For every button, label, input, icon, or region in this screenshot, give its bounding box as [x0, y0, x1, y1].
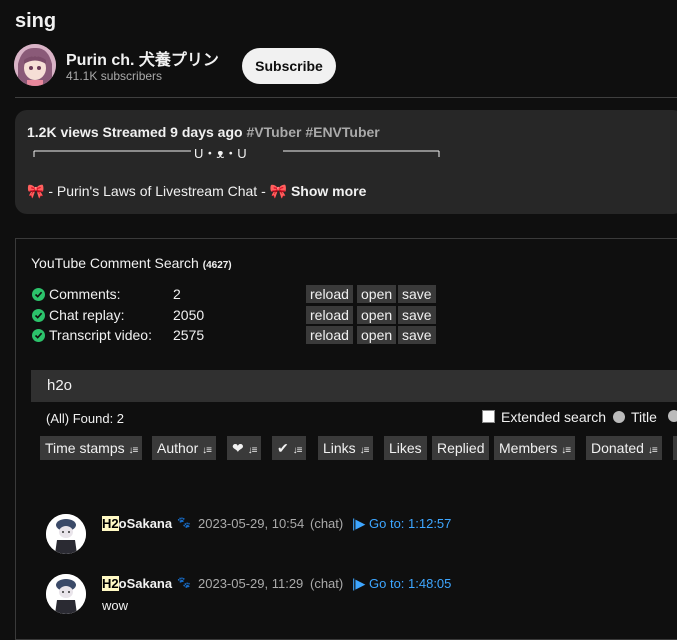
- stat-value: 2: [173, 286, 181, 302]
- filter-time-stamps[interactable]: Time stamps ↓≡: [40, 436, 143, 460]
- reload-button[interactable]: reload: [306, 306, 353, 324]
- description-meta: 1.2K views Streamed 9 days ago #VTuber #…: [27, 124, 380, 140]
- goto-link[interactable]: |▶ Go to: 1:12:57: [352, 516, 451, 532]
- check-icon: [32, 309, 45, 322]
- filter-author[interactable]: Author ↓≡: [152, 436, 216, 460]
- show-more-button[interactable]: Show more: [291, 183, 366, 199]
- radio-icon[interactable]: [613, 411, 625, 423]
- sort-icon: ↓≡: [647, 445, 658, 456]
- title-radio[interactable]: Title: [613, 409, 657, 425]
- comment-author[interactable]: H2oSakana: [102, 516, 172, 531]
- divider: [15, 97, 677, 98]
- goto-label: Go to: 1:12:57: [369, 516, 452, 531]
- search-input[interactable]: [47, 377, 447, 394]
- sort-icon: ↓≡: [202, 445, 212, 456]
- filter-label: Likes: [389, 440, 422, 456]
- check-icon: ✔: [277, 440, 289, 456]
- filter-label: Time stamps: [45, 440, 125, 456]
- total-count: (4627): [202, 260, 232, 271]
- commenter-avatar[interactable]: [46, 574, 86, 614]
- extended-search-label: Extended search: [501, 409, 607, 425]
- search-highlight: H2: [102, 576, 119, 591]
- filter-likes[interactable]: Likes: [384, 436, 427, 460]
- search-highlight: H2: [102, 516, 119, 531]
- open-button[interactable]: open: [357, 285, 397, 303]
- comment-author[interactable]: H2oSakana: [102, 576, 172, 591]
- filter-members[interactable]: Members ↓≡: [494, 436, 576, 460]
- stat-value: 2050: [173, 307, 205, 323]
- stat-label: Transcript video:: [49, 327, 152, 343]
- filter-donated[interactable]: Donated ↓≡: [586, 436, 662, 460]
- hashtags[interactable]: #VTuber #ENVTuber: [246, 124, 379, 140]
- save-button[interactable]: save: [398, 306, 436, 324]
- channel-avatar[interactable]: [14, 44, 56, 86]
- subscriber-count: 41.1K subscribers: [66, 69, 163, 83]
- comment-text: wow: [102, 598, 129, 613]
- open-button[interactable]: open: [357, 306, 397, 324]
- goto-link[interactable]: |▶ Go to: 1:48:05: [352, 576, 451, 592]
- author-rest: oSakana: [118, 516, 173, 531]
- save-button[interactable]: save: [398, 326, 436, 344]
- sort-icon: ↓≡: [247, 445, 258, 456]
- filter-label: Author: [157, 440, 199, 456]
- stat-value: 2575: [173, 327, 205, 343]
- save-button[interactable]: save: [398, 285, 436, 303]
- view-stats: 1.2K views Streamed 9 days ago: [27, 124, 243, 140]
- paw-icon: 🐾: [177, 577, 191, 589]
- reload-button[interactable]: reload: [306, 285, 353, 303]
- subscribe-button[interactable]: Subscribe: [242, 48, 336, 84]
- filter-label: Replied: [437, 440, 485, 456]
- commenter-avatar[interactable]: [46, 514, 86, 554]
- found-count: (All) Found: 2: [46, 411, 125, 426]
- decorative-face: U・ᴥ・U: [194, 146, 247, 161]
- extended-search-checkbox[interactable]: Extended search: [482, 409, 606, 425]
- check-icon: [32, 288, 45, 301]
- filter-links[interactable]: Links ↓≡: [318, 436, 374, 460]
- sort-icon: ↓≡: [561, 445, 571, 456]
- checkbox-icon[interactable]: [482, 410, 495, 423]
- reload-button[interactable]: reload: [306, 326, 353, 344]
- filter-label: Links: [323, 440, 356, 456]
- channel-name[interactable]: Purin ch. 犬養プリン: [66, 46, 219, 70]
- filter-check[interactable]: ✔ ↓≡: [272, 436, 307, 460]
- description-line: 🎀 - Purin's Laws of Livestream Chat - 🎀 …: [27, 183, 366, 200]
- filter-replied[interactable]: Replied: [432, 436, 490, 460]
- stat-label: Comments:: [49, 286, 121, 302]
- sort-icon: ↓≡: [292, 445, 303, 456]
- comment-type: (chat): [310, 576, 344, 591]
- search-bar: [31, 370, 677, 402]
- description-text: 🎀 - Purin's Laws of Livestream Chat - 🎀: [27, 183, 288, 199]
- filter-label: Donated: [591, 440, 644, 456]
- heart-icon: ❤: [232, 440, 244, 456]
- comment-datetime: 2023-05-29, 11:29: [198, 576, 304, 591]
- sort-icon: ↓≡: [128, 445, 139, 456]
- paw-icon: 🐾: [177, 517, 191, 529]
- goto-label: Go to: 1:48:05: [369, 576, 452, 591]
- open-button[interactable]: open: [357, 326, 397, 344]
- extension-title-text: YouTube Comment Search: [31, 255, 199, 271]
- title-radio-label: Title: [631, 409, 657, 425]
- filter-label: Members: [499, 440, 558, 456]
- comment-type: (chat): [310, 516, 344, 531]
- comment-datetime: 2023-05-29, 10:54: [198, 516, 305, 531]
- author-rest: oSakana: [118, 576, 173, 591]
- extension-title: YouTube Comment Search (4627): [31, 255, 232, 271]
- check-icon: [32, 329, 45, 342]
- filter-heart[interactable]: ❤ ↓≡: [227, 436, 262, 460]
- stat-label: Chat replay:: [49, 307, 125, 323]
- filter-more[interactable]: [673, 436, 677, 460]
- video-title: sing: [15, 10, 57, 32]
- sort-icon: ↓≡: [359, 445, 370, 456]
- radio-icon[interactable]: [668, 410, 677, 422]
